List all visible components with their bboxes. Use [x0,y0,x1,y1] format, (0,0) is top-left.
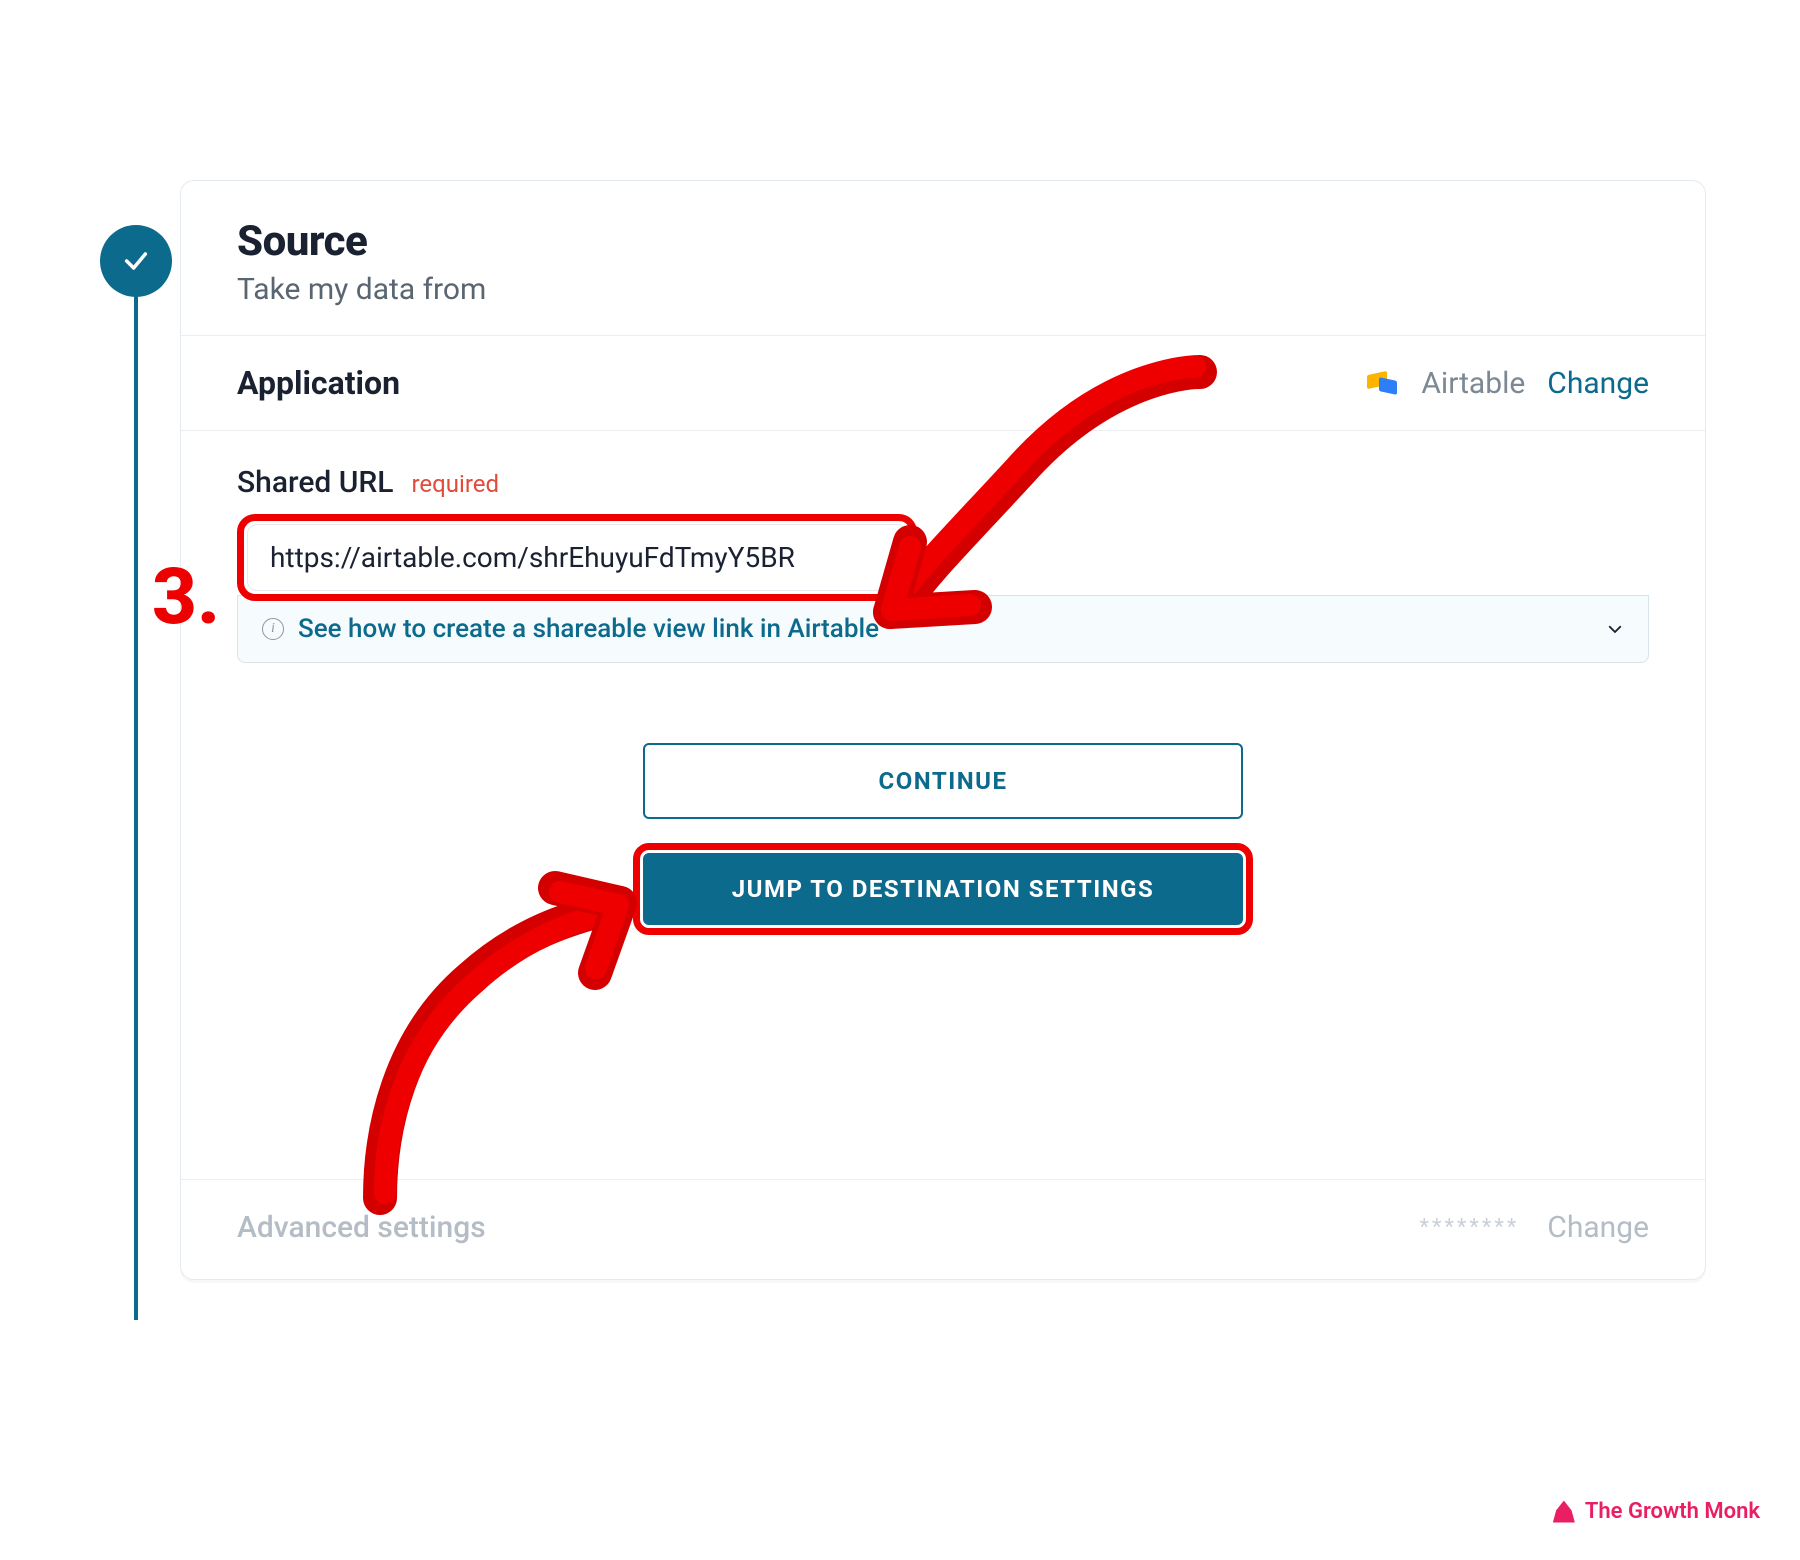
card-title: Source [237,217,1649,266]
source-card: Source Take my data from Application Air… [180,180,1706,1280]
checkmark-icon [122,247,150,275]
application-row: Application Airtable Change [181,336,1705,431]
step-complete-dot [100,225,172,297]
airtable-icon [1367,367,1399,399]
selected-application-name: Airtable [1421,366,1525,401]
annotation-step-number: 3. [152,552,220,643]
card-subtitle: Take my data from [237,272,1649,307]
chevron-down-icon [1606,620,1624,638]
timeline [90,200,180,1300]
jump-to-destination-button[interactable]: JUMP TO DESTINATION SETTINGS [643,853,1243,925]
change-application-link[interactable]: Change [1547,366,1649,401]
required-badge: required [411,470,499,498]
advanced-settings-row: Advanced settings ******** Change [181,1179,1705,1279]
annotation-highlight-box-button: JUMP TO DESTINATION SETTINGS [633,843,1253,935]
help-text: See how to create a shareable view link … [298,614,1592,644]
watermark-text: The Growth Monk [1585,1499,1760,1524]
advanced-settings-label: Advanced settings [237,1210,486,1245]
card-header: Source Take my data from [181,181,1705,336]
timeline-connector [134,295,138,1320]
change-advanced-link[interactable]: Change [1547,1210,1649,1245]
info-icon: i [262,618,284,640]
continue-button[interactable]: CONTINUE [643,743,1243,819]
shared-url-input[interactable]: https://airtable.com/shrEhuyuFdTmyY5BR [247,524,907,591]
shared-url-label: Shared URL [237,465,393,500]
watermark: The Growth Monk [1553,1499,1760,1524]
shared-url-section: Shared URL required https://airtable.com… [181,431,1705,983]
growth-monk-icon [1553,1501,1575,1523]
help-panel[interactable]: i See how to create a shareable view lin… [237,595,1649,663]
annotation-highlight-box-input: https://airtable.com/shrEhuyuFdTmyY5BR [237,514,917,601]
application-label: Application [237,364,400,402]
advanced-settings-masked-value: ******** [1420,1215,1520,1240]
